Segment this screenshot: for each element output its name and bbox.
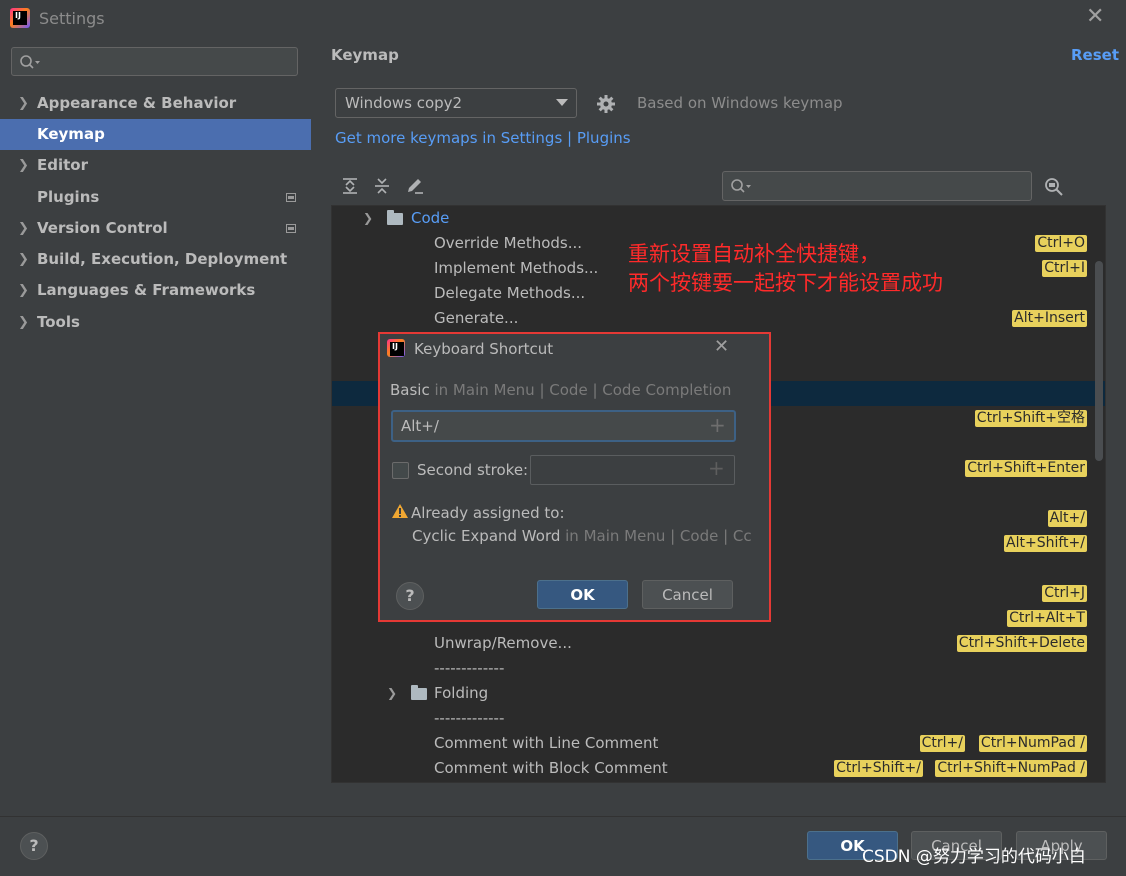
- shortcut-badge: Alt+Shift+/: [1004, 535, 1087, 552]
- tree-row[interactable]: Generate... Alt+Insert: [332, 306, 1105, 331]
- folder-icon: [411, 685, 427, 700]
- sidebar-item-plugins[interactable]: Plugins: [0, 182, 311, 213]
- chevron-right-icon: ❯: [18, 283, 29, 298]
- keymap-select[interactable]: Windows copy2: [335, 88, 577, 118]
- second-stroke-checkbox[interactable]: [392, 462, 409, 479]
- conflict-text: Cyclic Expand Word in Main Menu | Code |…: [412, 527, 752, 545]
- action-search-input[interactable]: [722, 171, 1032, 201]
- chevron-right-icon: ❯: [18, 96, 29, 111]
- tree-separator: -------------: [434, 659, 505, 677]
- shortcut-badge: Alt+Insert: [1012, 310, 1087, 327]
- warning-title: Already assigned to:: [411, 504, 565, 522]
- project-level-icon: [286, 224, 296, 233]
- expand-all-icon[interactable]: [341, 177, 359, 195]
- tree-separator: -------------: [434, 709, 505, 727]
- sidebar-item-editor[interactable]: ❯ Editor: [0, 150, 311, 181]
- chevron-right-icon: ❯: [18, 252, 29, 267]
- sidebar-item-build[interactable]: ❯ Build, Execution, Deployment: [0, 244, 311, 275]
- chevron-down-icon: [556, 99, 568, 106]
- action-path: Basic in Main Menu | Code | Code Complet…: [390, 381, 732, 399]
- shortcut-badge: Ctrl+J: [1042, 585, 1087, 602]
- shortcut-badge: Ctrl+O: [1035, 235, 1087, 252]
- shortcut-badge: Ctrl+Alt+T: [1007, 610, 1087, 627]
- based-on-label: Based on Windows keymap: [637, 94, 843, 112]
- project-level-icon: [286, 193, 296, 202]
- annotation-text: 重新设置自动补全快捷键， 两个按键要一起按下才能设置成功: [628, 242, 943, 295]
- chevron-down-icon: ❯: [363, 211, 374, 225]
- find-by-shortcut-icon[interactable]: [1044, 177, 1066, 197]
- sidebar-search-input[interactable]: [11, 47, 298, 76]
- sidebar-item-tools[interactable]: ❯ Tools: [0, 307, 311, 338]
- shortcut-badge: Alt+/: [1047, 510, 1087, 527]
- shortcut-badge: Ctrl+/: [919, 735, 965, 752]
- intellij-app-icon: IJ: [387, 339, 405, 357]
- first-stroke-input[interactable]: Alt+/ +: [391, 410, 736, 442]
- shortcut-badge: Ctrl+Shift+Delete: [956, 635, 1087, 652]
- edit-shortcut-icon[interactable]: [405, 177, 425, 195]
- warning-icon: [392, 504, 408, 518]
- title-bar: IJ Settings ✕: [0, 0, 1126, 36]
- search-icon: [20, 55, 40, 69]
- tree-row[interactable]: Comment with Line Comment Ctrl+/ Ctrl+Nu…: [332, 731, 1105, 756]
- folder-icon: [387, 210, 403, 225]
- second-stroke-label: Second stroke:: [417, 461, 529, 479]
- second-stroke-input[interactable]: +: [530, 455, 735, 485]
- plus-icon[interactable]: +: [709, 413, 726, 437]
- page-title: Keymap: [331, 46, 399, 64]
- shortcut-badge: Ctrl+Shift+/: [834, 760, 923, 777]
- window-title: Settings: [39, 9, 105, 28]
- cancel-button[interactable]: Cancel: [642, 580, 733, 609]
- chevron-right-icon: ❯: [18, 158, 29, 173]
- shortcut-badge: Ctrl+Shift+空格: [974, 410, 1087, 427]
- watermark-text: CSDN @努力学习的代码小白: [862, 847, 1086, 867]
- intellij-app-icon: IJ: [10, 8, 30, 28]
- sidebar-item-keymap[interactable]: Keymap: [0, 119, 311, 150]
- keyboard-shortcut-dialog: IJ Keyboard Shortcut ✕ Basic in Main Men…: [378, 332, 771, 622]
- gear-icon[interactable]: [596, 94, 616, 114]
- get-more-keymaps-link[interactable]: Get more keymaps in Settings | Plugins: [335, 129, 631, 147]
- reset-link[interactable]: Reset: [1071, 46, 1119, 64]
- shortcut-badge: Ctrl+Shift+NumPad /: [935, 760, 1087, 777]
- collapse-all-icon[interactable]: [373, 177, 391, 195]
- help-button[interactable]: ?: [396, 582, 424, 610]
- tree-row[interactable]: Comment with Block Comment Ctrl+Shift+/ …: [332, 756, 1105, 781]
- shortcut-badge: Ctrl+I: [1042, 260, 1087, 277]
- tree-scrollbar[interactable]: [1095, 261, 1103, 461]
- chevron-right-icon: ❯: [387, 686, 398, 700]
- tree-group-folding[interactable]: ❯ Folding: [332, 681, 1105, 706]
- ok-button[interactable]: OK: [537, 580, 628, 609]
- dialog-title: Keyboard Shortcut: [414, 340, 554, 358]
- tree-group-code[interactable]: ❯ Code: [332, 206, 1105, 231]
- sidebar-item-appearance-behavior[interactable]: ❯ Appearance & Behavior: [0, 88, 311, 119]
- chevron-right-icon: ❯: [18, 315, 29, 330]
- plus-icon[interactable]: +: [708, 456, 725, 480]
- search-icon: [731, 179, 751, 193]
- shortcut-badge: Ctrl+NumPad /: [978, 735, 1087, 752]
- chevron-right-icon: ❯: [18, 221, 29, 236]
- close-icon[interactable]: ✕: [1086, 4, 1104, 29]
- help-button[interactable]: ?: [20, 832, 48, 860]
- sidebar-item-languages[interactable]: ❯ Languages & Frameworks: [0, 275, 311, 306]
- sidebar-item-version-control[interactable]: ❯ Version Control: [0, 213, 311, 244]
- close-icon[interactable]: ✕: [714, 336, 729, 357]
- tree-row[interactable]: Unwrap/Remove... Ctrl+Shift+Delete: [332, 631, 1105, 656]
- shortcut-badge: Ctrl+Shift+Enter: [965, 460, 1087, 477]
